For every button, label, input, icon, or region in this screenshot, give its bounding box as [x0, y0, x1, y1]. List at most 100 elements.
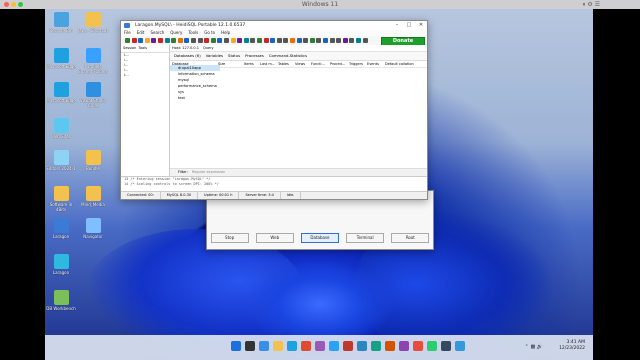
- desktop-icon[interactable]: Microsoft Edge: [46, 48, 76, 69]
- tab-tools[interactable]: Tools: [138, 45, 147, 52]
- col-events[interactable]: Events: [365, 61, 383, 67]
- toolbar-button-icon[interactable]: [329, 38, 335, 43]
- app-icon[interactable]: [371, 341, 381, 351]
- filter-input[interactable]: Regular expression: [192, 170, 225, 174]
- minimize-icon[interactable]: –: [391, 21, 403, 30]
- web-button[interactable]: Web: [255, 233, 294, 243]
- col-views[interactable]: Views: [293, 61, 309, 67]
- toolbar-button-icon[interactable]: [263, 38, 269, 43]
- toolbar-button-icon[interactable]: [356, 38, 361, 43]
- col-tables[interactable]: Tables: [276, 61, 293, 67]
- app-icon[interactable]: [315, 341, 325, 351]
- col-last-modified[interactable]: Last m...: [258, 61, 276, 67]
- desktop-icon[interactable]: DB Workbench: [46, 290, 76, 311]
- col-procedures[interactable]: Proced...: [328, 61, 347, 67]
- toolbar-button-icon[interactable]: [131, 38, 137, 43]
- toolbar-button-icon[interactable]: [144, 38, 150, 43]
- toolbar-button-icon[interactable]: [197, 38, 203, 43]
- toolbar-button-icon[interactable]: [250, 38, 256, 43]
- desktop-icon[interactable]: Microsoft Edge: [46, 82, 76, 103]
- toolbar-button-icon[interactable]: [177, 38, 183, 43]
- clock[interactable]: 3:41 AM 12/23/2022: [559, 340, 585, 352]
- tab-status[interactable]: Status: [228, 52, 240, 60]
- toolbar-button-icon[interactable]: [230, 38, 236, 43]
- toolbar-button-icon[interactable]: [164, 38, 170, 43]
- host-tab[interactable]: Host: 127.0.0.1: [172, 45, 199, 51]
- terminal-button[interactable]: Terminal: [346, 233, 385, 243]
- toolbar-button-icon[interactable]: [171, 38, 177, 43]
- toolbar-button-icon[interactable]: [210, 38, 216, 43]
- desktop-icon[interactable]: Mind_Media: [78, 186, 108, 207]
- app-icon[interactable]: [413, 341, 423, 351]
- app-icon[interactable]: [357, 341, 367, 351]
- toolbar-button-icon[interactable]: [243, 38, 249, 43]
- desktop-icon[interactable]: Jaws - Shortcut: [78, 12, 108, 33]
- toolbar-button-icon[interactable]: [296, 38, 302, 43]
- toolbar-button-icon[interactable]: [362, 38, 368, 43]
- col-functions[interactable]: Functi...: [309, 61, 328, 67]
- toolbar-button-icon[interactable]: [224, 38, 229, 43]
- desktop-icon[interactable]: Software in 4Bits: [46, 186, 76, 212]
- col-triggers[interactable]: Triggers: [347, 61, 365, 67]
- query-tab[interactable]: Query: [203, 45, 214, 51]
- table-row[interactable]: test: [170, 95, 220, 101]
- tab-session[interactable]: Session: [123, 45, 136, 52]
- toolbar-button-icon[interactable]: [336, 38, 342, 43]
- app-icon[interactable]: [427, 341, 437, 351]
- desktop-icon[interactable]: Laragon: [46, 254, 76, 275]
- toolbar-button-icon[interactable]: [309, 38, 315, 43]
- host-control-icons[interactable]: ⏸ ⚙ ☰: [582, 1, 600, 9]
- store-icon[interactable]: [329, 341, 339, 351]
- tab-command-statistics[interactable]: Command-Statistics: [269, 52, 307, 60]
- app-icon[interactable]: [455, 341, 465, 351]
- desktop-icon[interactable]: Navigator: [78, 218, 108, 239]
- tab-databases[interactable]: Databases (6): [174, 52, 201, 60]
- toolbar-button-icon[interactable]: [217, 38, 223, 43]
- toolbar-button-icon[interactable]: [151, 38, 157, 43]
- toolbar-button-icon[interactable]: [138, 38, 144, 43]
- edge-icon[interactable]: [287, 341, 297, 351]
- search-icon[interactable]: [245, 341, 255, 351]
- app-icon[interactable]: [385, 341, 395, 351]
- toolbar-button-icon[interactable]: [303, 38, 309, 43]
- tree-item[interactable]: t...: [124, 73, 169, 78]
- stop-button[interactable]: Stop: [210, 233, 249, 243]
- tab-variables[interactable]: Variables: [206, 52, 223, 60]
- desktop-icon[interactable]: Editors 2024-1: [46, 150, 76, 171]
- toolbar-button-icon[interactable]: [158, 38, 163, 43]
- sql-log[interactable]: 13 /* Entering session "Laragon.MySQL" *…: [121, 176, 427, 192]
- tab-processes[interactable]: Processes: [245, 52, 264, 60]
- tray-icons[interactable]: ⌃ ▩ 🔊: [525, 344, 543, 350]
- app-icon[interactable]: [441, 341, 451, 351]
- col-items[interactable]: Items: [242, 61, 258, 67]
- toolbar-button-icon[interactable]: [125, 38, 130, 43]
- toolbar-button-icon[interactable]: [276, 38, 282, 43]
- maximize-icon[interactable]: □: [403, 21, 415, 30]
- start-icon[interactable]: [231, 341, 241, 351]
- desktop-icon[interactable]: Visual Studio Code: [78, 82, 108, 108]
- close-icon[interactable]: ✕: [415, 21, 427, 30]
- toolbar-button-icon[interactable]: [204, 38, 210, 43]
- toolbar-button-icon[interactable]: [349, 38, 355, 43]
- task-view-icon[interactable]: [259, 341, 269, 351]
- desktop-icon[interactable]: Laragon: [46, 218, 76, 239]
- app-icon[interactable]: [399, 341, 409, 351]
- desktop-icon[interactable]: Recycle Bin: [46, 12, 76, 33]
- toolbar-button-icon[interactable]: [184, 38, 190, 43]
- toolbar-button-icon[interactable]: [290, 38, 295, 43]
- toolbar-button-icon[interactable]: [237, 38, 243, 43]
- app-icon[interactable]: [343, 341, 353, 351]
- root-button[interactable]: Root: [391, 233, 430, 243]
- toolbar-button-icon[interactable]: [323, 38, 328, 43]
- file-explorer-icon[interactable]: [273, 341, 283, 351]
- toolbar-button-icon[interactable]: [283, 38, 289, 43]
- toolbar-button-icon[interactable]: [257, 38, 262, 43]
- toolbar-button-icon[interactable]: [342, 38, 348, 43]
- toolbar-button-icon[interactable]: [270, 38, 276, 43]
- desktop-icon[interactable]: Web Sites: [46, 118, 76, 139]
- desktop-icon[interactable]: Bundle: [78, 150, 108, 171]
- app-icon[interactable]: [301, 341, 311, 351]
- database-button[interactable]: Database: [300, 233, 339, 243]
- toolbar-button-icon[interactable]: [316, 38, 322, 43]
- desktop-icon[interactable]: Parallels Shared Folders: [78, 48, 108, 74]
